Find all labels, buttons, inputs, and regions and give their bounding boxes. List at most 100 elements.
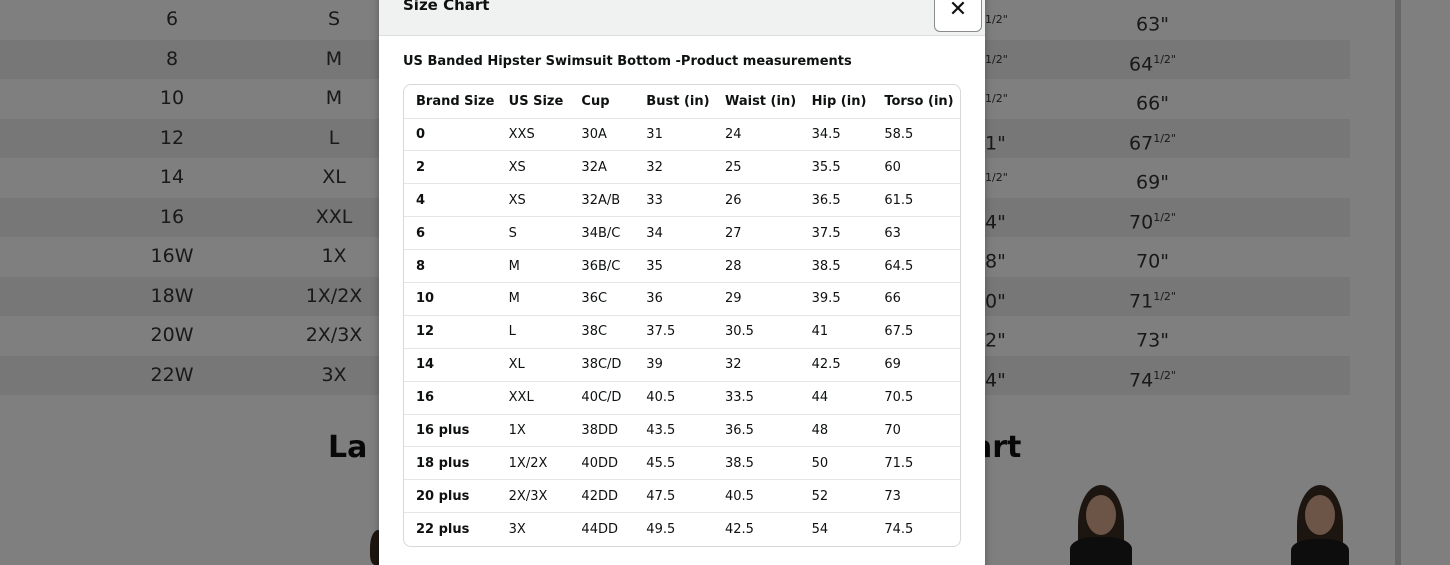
table-cell: 44 <box>799 381 873 415</box>
table-cell: 74.5 <box>884 521 914 537</box>
table-cell: 71.5 <box>872 446 960 481</box>
table-cell: 30A <box>569 118 635 152</box>
table-cell: 10 <box>404 282 497 316</box>
table-cell: 30.5 <box>712 315 800 349</box>
table-cell: M <box>496 282 570 316</box>
column-header: Torso (in) <box>872 85 960 119</box>
table-cell: XL <box>496 348 570 382</box>
table-row: 6 S 34B/C 34 27 37.5 63 <box>404 216 960 251</box>
table-cell: 40DD <box>569 446 635 481</box>
column-header: US Size <box>496 85 570 119</box>
table-cell: XXS <box>496 118 570 152</box>
table-cell: 38DD <box>569 414 635 448</box>
table-cell: 40.5 <box>634 381 713 415</box>
table-cell: 35 <box>634 249 713 283</box>
table-cell: 33.5 <box>712 381 800 415</box>
table-cell: S <box>496 216 570 251</box>
table-cell: 42DD <box>569 479 635 514</box>
table-cell: 73 <box>872 479 960 514</box>
table-cell: 43.5 <box>634 414 713 448</box>
table-cell: 28 <box>712 249 800 283</box>
table-cell: 39 <box>634 348 713 382</box>
table-cell: 58.5 <box>872 118 960 152</box>
table-cell: 38C/D <box>569 348 635 382</box>
table-cell: 34B/C <box>569 216 635 251</box>
table-cell: 70.5 <box>872 381 960 415</box>
table-cell: 66 <box>872 282 960 316</box>
table-cell: 16 <box>404 381 497 415</box>
table-cell: 47.5 <box>634 479 713 514</box>
table-cell: 0 <box>404 118 497 152</box>
table-row: 2 XS 32A 32 25 35.5 60 <box>404 150 960 185</box>
table-cell: 1X <box>496 414 570 448</box>
table-cell: 25 <box>712 150 800 185</box>
table-cell: 4 <box>404 183 497 218</box>
table-cell: 39.5 <box>799 282 873 316</box>
table-cell: 32A/B <box>569 183 635 218</box>
table-cell: 2 <box>404 150 497 185</box>
table-cell: 40C/D <box>569 381 635 415</box>
table-row: 22 plus 3X 44DD 49.5 42.5 54 74.5 <box>404 513 960 546</box>
table-cell: 70 <box>872 414 960 448</box>
table-cell: 48 <box>799 414 873 448</box>
table-header-row: Brand Size US Size Cup Bust (in) Waist (in) H… <box>404 85 960 119</box>
table-row: 18 plus 1X/2X 40DD 45.5 38.5 50 71.5 <box>404 446 960 481</box>
table-cell: 63 <box>872 216 960 251</box>
table-cell: 34.5 <box>799 118 873 152</box>
close-icon: ✕ <box>948 0 968 22</box>
table-cell: 42.5 <box>799 348 873 382</box>
table-cell: 38.5 <box>799 249 873 283</box>
table-row: 12 L 38C 37.5 30.5 41 67.5 <box>404 315 960 349</box>
close-button[interactable]: ✕ <box>934 0 982 32</box>
table-cell: 36.5 <box>799 183 873 218</box>
table-cell: 12 <box>404 315 497 349</box>
table-cell: 61.5 <box>872 183 960 218</box>
column-header: Cup <box>569 85 635 119</box>
table-cell: 38C <box>569 315 635 349</box>
table-cell: M <box>496 249 570 283</box>
table-cell: 37.5 <box>799 216 873 251</box>
table-cell: 67.5 <box>872 315 960 349</box>
table-cell: XS <box>496 150 570 185</box>
table-cell: 1X/2X <box>496 446 570 481</box>
table-cell: 36C <box>569 282 635 316</box>
column-header: Brand Size <box>404 85 497 119</box>
table-cell: 49.5 <box>646 521 676 537</box>
table-row: 16 plus 1X 38DD 43.5 36.5 48 70 <box>404 414 960 448</box>
table-cell: 37.5 <box>634 315 713 349</box>
size-chart-table: Brand Size US Size Cup Bust (in) Waist (in) H… <box>403 84 961 547</box>
table-cell: 69 <box>872 348 960 382</box>
table-cell: 44DD <box>581 521 618 537</box>
table-cell: 33 <box>634 183 713 218</box>
table-cell: XXL <box>496 381 570 415</box>
table-row: 10 M 36C 36 29 39.5 66 <box>404 282 960 316</box>
size-chart-modal: Size Chart ✕ US Banded Hipster Swimsuit … <box>379 0 985 565</box>
table-cell: 34 <box>634 216 713 251</box>
table-cell: 31 <box>634 118 713 152</box>
table-cell: 27 <box>712 216 800 251</box>
table-row: 16 XXL 40C/D 40.5 33.5 44 70.5 <box>404 381 960 415</box>
table-cell: XS <box>496 183 570 218</box>
table-row: 8 M 36B/C 35 28 38.5 64.5 <box>404 249 960 283</box>
table-cell: 26 <box>712 183 800 218</box>
table-cell: 36 <box>634 282 713 316</box>
table-cell: L <box>496 315 570 349</box>
column-header: Hip (in) <box>799 85 873 119</box>
column-header: Waist (in) <box>712 85 800 119</box>
table-cell: 54 <box>811 521 829 537</box>
table-cell: 36B/C <box>569 249 635 283</box>
table-cell: 52 <box>799 479 873 514</box>
table-cell: 36.5 <box>712 414 800 448</box>
table-cell: 29 <box>712 282 800 316</box>
table-cell: 3X <box>508 521 526 537</box>
table-cell: 45.5 <box>634 446 713 481</box>
table-cell: 40.5 <box>712 479 800 514</box>
table-cell: 35.5 <box>799 150 873 185</box>
column-header: Bust (in) <box>634 85 713 119</box>
table-cell: 6 <box>404 216 497 251</box>
table-cell: 22 plus <box>416 521 470 537</box>
table-cell: 24 <box>712 118 800 152</box>
table-row: 14 XL 38C/D 39 32 42.5 69 <box>404 348 960 382</box>
table-cell: 8 <box>404 249 497 283</box>
product-measurements-title: US Banded Hipster Swimsuit Bottom -Produ… <box>403 54 852 69</box>
